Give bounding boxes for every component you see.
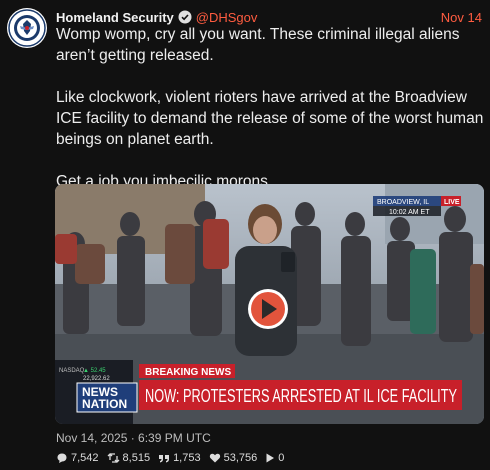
video-frame: NASDAQ ▲ 52.45 22,922.62 NEWS NATION BRE…: [55, 184, 484, 424]
post-date[interactable]: Nov 14: [441, 10, 482, 25]
ticker-label: NASDAQ: [59, 368, 85, 374]
post-timestamp[interactable]: Nov 14, 2025 · 6:39 PM UTC: [56, 431, 211, 445]
ticker-change: ▲ 52.45: [83, 368, 106, 374]
dhs-seal-icon: [8, 9, 46, 47]
quote-stat[interactable]: 1,753: [158, 452, 201, 464]
views-stat[interactable]: 0: [265, 452, 284, 464]
engagement-bar: 7,542 8,515 1,753 53,756 0: [56, 452, 292, 464]
reply-stat[interactable]: 7,542: [56, 452, 99, 464]
views-count: 0: [278, 452, 285, 464]
play-views-icon: [266, 453, 275, 463]
svg-text:NATION: NATION: [82, 397, 127, 411]
video-headline: NOW: PROTESTERS ARRESTED AT IL ICE FACIL…: [145, 386, 457, 406]
quote-count: 1,753: [173, 452, 201, 464]
video-player[interactable]: NASDAQ ▲ 52.45 22,922.62 NEWS NATION BRE…: [55, 184, 484, 424]
post-body: Womp womp, cry all you want. These crimi…: [56, 24, 486, 192]
account-name[interactable]: Homeland Security: [56, 10, 174, 25]
video-location: BROADVIEW, IL: [377, 199, 429, 206]
like-stat[interactable]: 53,756: [209, 452, 258, 464]
live-label: LIVE: [444, 199, 460, 206]
post-header: Homeland Security @DHSgov Nov 14: [56, 9, 482, 25]
post-paragraph: Like clockwork, violent rioters have arr…: [56, 89, 484, 148]
breaking-label: BREAKING NEWS: [145, 367, 231, 378]
quote-icon: [159, 455, 170, 463]
reply-count: 7,542: [71, 452, 99, 464]
avatar[interactable]: [7, 8, 47, 48]
verified-badge-icon: [178, 10, 192, 24]
heart-icon: [209, 453, 220, 463]
like-count: 53,756: [223, 452, 258, 464]
repost-icon: [107, 453, 119, 463]
video-time: 10:02 AM ET: [389, 209, 430, 216]
ticker-value: 22,922.62: [83, 376, 110, 382]
post-paragraph: Womp womp, cry all you want. These crimi…: [56, 26, 460, 64]
repost-stat[interactable]: 8,515: [107, 452, 151, 464]
reply-icon: [57, 453, 67, 463]
repost-count: 8,515: [122, 452, 151, 464]
account-handle[interactable]: @DHSgov: [196, 10, 258, 25]
play-icon[interactable]: [248, 289, 288, 329]
